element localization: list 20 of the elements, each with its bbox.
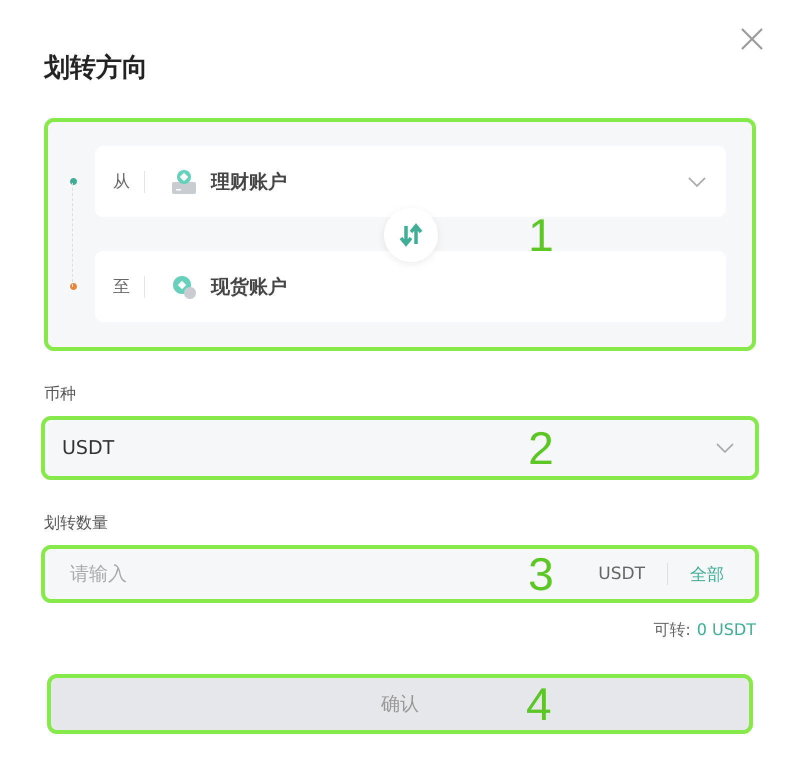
annotation-number: 3 [528, 551, 554, 597]
dialog-title: 划转方向 [44, 52, 148, 85]
chevron-down-icon [716, 443, 734, 453]
close-icon[interactable] [740, 27, 764, 51]
coin-icon [171, 274, 197, 300]
annotation-number: 2 [528, 425, 554, 471]
account-name: 理财账户 [211, 170, 287, 194]
account-selector[interactable]: 至 现货账户 [95, 251, 726, 322]
field-label: 划转数量 [44, 513, 109, 534]
available-value: 0 USDT [696, 620, 756, 641]
wallet-icon [171, 168, 197, 194]
direction-label: 至 [113, 276, 130, 298]
direction-label: 从 [113, 171, 130, 193]
account-selector[interactable]: 从 理财账户 [95, 146, 726, 217]
annotation-number: 4 [526, 681, 552, 727]
available-label: 可转: [653, 620, 691, 641]
field-label: 币种 [44, 384, 77, 405]
account-name: 现货账户 [211, 274, 287, 300]
chevron-down-icon [688, 176, 706, 186]
unit-label: USDT [598, 564, 645, 584]
